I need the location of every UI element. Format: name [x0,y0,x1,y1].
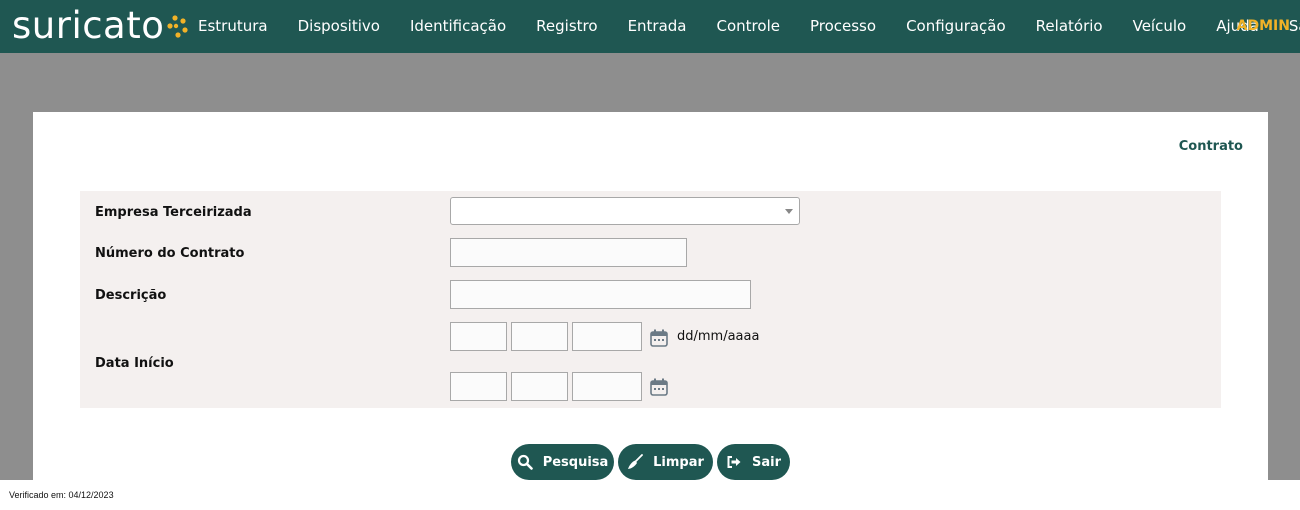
clear-button[interactable]: Limpar [618,444,713,480]
numero-contrato-label: Número do Contrato [95,246,245,261]
menu-controle[interactable]: Controle [702,0,795,53]
menu-configuracao[interactable]: Configuração [891,0,1021,53]
search-form: Empresa Terceirizada Número do Contrato … [80,191,1221,408]
suricato-logo[interactable]: suricato [12,3,188,49]
search-button[interactable]: Pesquisa [511,444,614,480]
sign-out-icon [727,456,741,468]
numero-contrato-input[interactable] [450,238,687,267]
descricao-input[interactable] [450,280,751,309]
calendar-icon[interactable] [650,378,668,396]
user-name[interactable]: ADMIN [1237,0,1290,53]
calendar-icon[interactable] [650,329,668,347]
broom-icon [628,454,644,469]
logo-text: suricato [12,4,165,47]
clear-button-label: Limpar [653,454,704,470]
empresa-select[interactable] [450,197,800,225]
date-format-hint: dd/mm/aaaa [677,329,760,344]
date-start-day-input[interactable] [450,322,507,351]
search-button-label: Pesquisa [542,454,609,470]
menu-identificacao[interactable]: Identificação [395,0,521,53]
menu-processo[interactable]: Processo [795,0,891,53]
verified-date: Verificado em: 04/12/2023 [9,490,114,500]
exit-button[interactable]: Sair [717,444,790,480]
date-start-year-input[interactable] [572,322,642,351]
page-title: Contrato [1178,139,1243,154]
menu-registro[interactable]: Registro [521,0,612,53]
menu-estrutura[interactable]: Estrutura [183,0,283,53]
top-navbar: suricato Estrutura Dispositivo Identific… [0,0,1300,53]
menu-relatorio[interactable]: Relatório [1021,0,1118,53]
menu-veiculo[interactable]: Veículo [1118,0,1202,53]
menu-dispositivo[interactable]: Dispositivo [283,0,395,53]
menu-entrada[interactable]: Entrada [613,0,702,53]
main-menu: Estrutura Dispositivo Identificação Regi… [183,0,1300,53]
date-start-month-input[interactable] [511,322,568,351]
date-end-month-input[interactable] [511,372,568,401]
date-end-day-input[interactable] [450,372,507,401]
empresa-label: Empresa Terceirizada [95,205,252,220]
chevron-down-icon [785,209,793,214]
date-end-year-input[interactable] [572,372,642,401]
exit-button-label: Sair [751,454,781,470]
descricao-label: Descrição [95,288,167,303]
content-card: Contrato Empresa Terceirizada Número do … [33,112,1268,480]
data-inicio-label: Data Início [95,356,174,371]
search-icon [517,454,533,470]
